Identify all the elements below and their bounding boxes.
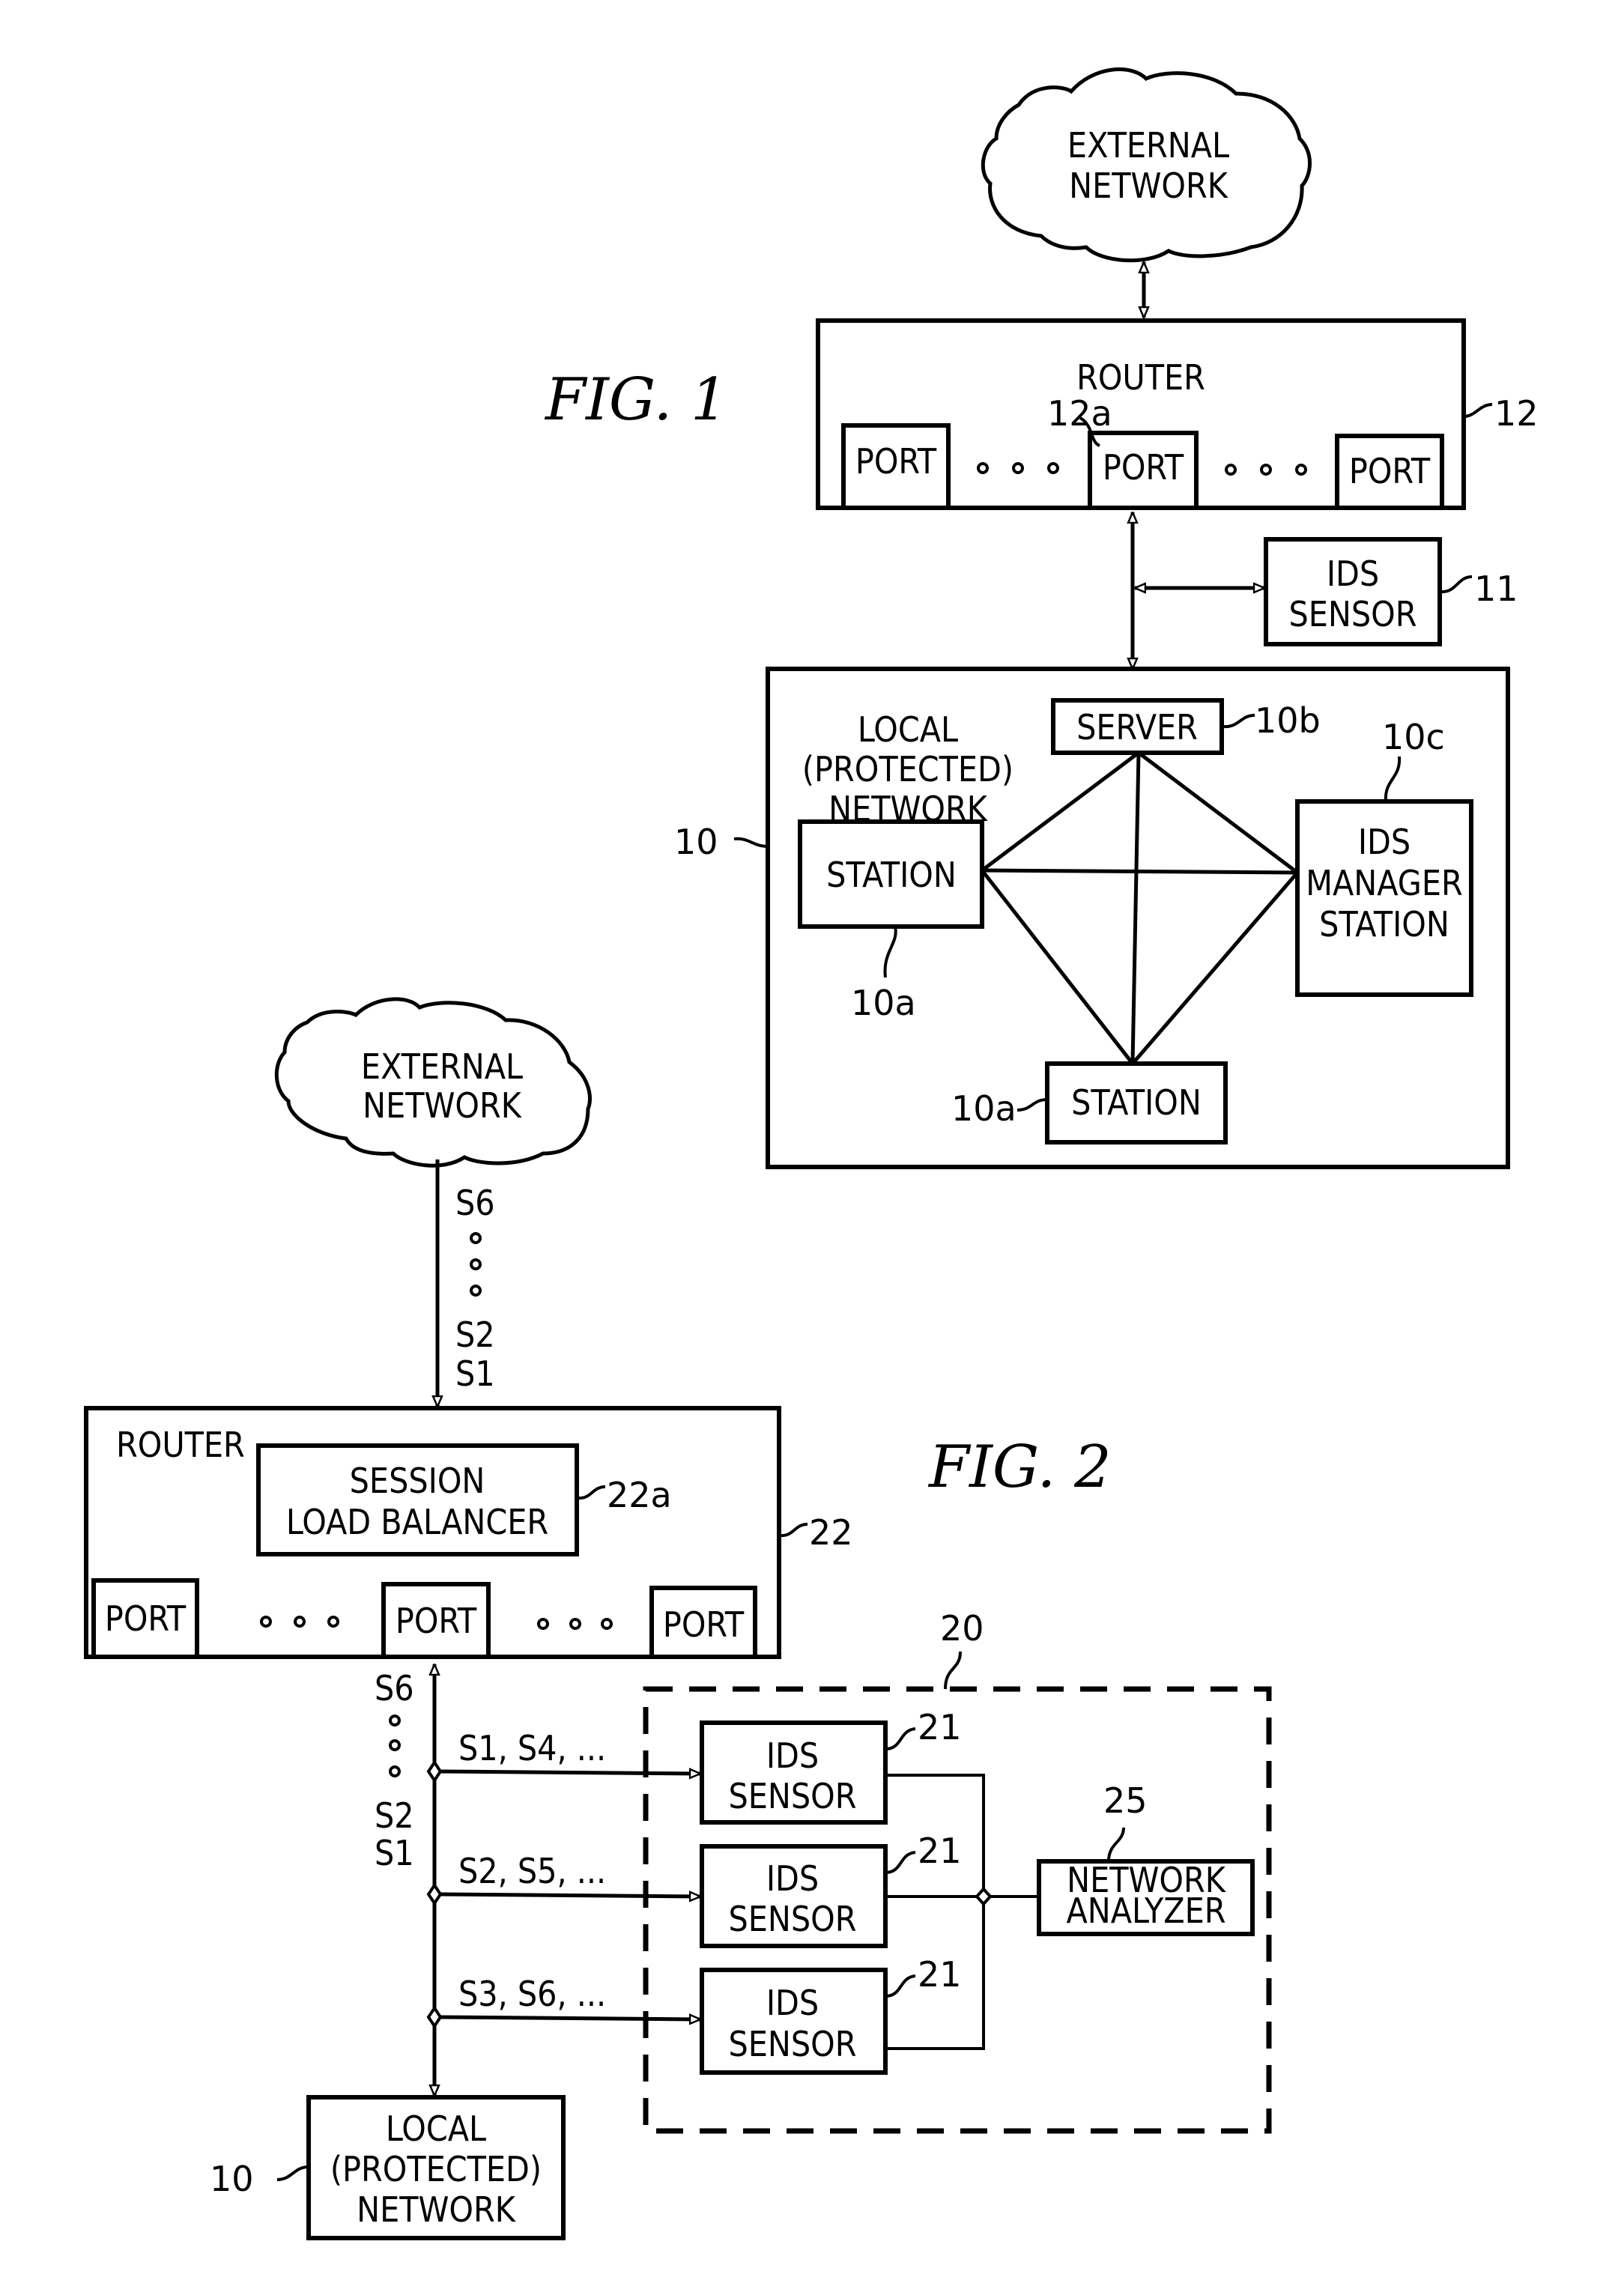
ids-sensor-ref-leader xyxy=(885,1851,916,1874)
branch-2: S2, S5, ... IDS SENSOR 21 xyxy=(426,1831,962,1948)
fig2: FIG. 2 EXTERNAL NETWORK S6 S2 S1 ROUTER … xyxy=(84,997,1272,2240)
local-network-label-line3: NETWORK xyxy=(357,2189,517,2230)
fig1-external-network-cloud: EXTERNAL NETWORK xyxy=(981,67,1312,263)
branch-link xyxy=(440,2017,700,2019)
port-ref: 12a xyxy=(1047,393,1112,434)
ids-group-ref-leader xyxy=(944,1651,962,1690)
branch-junction xyxy=(426,1759,443,1783)
local-network-label-line2: (PROTECTED) xyxy=(802,749,1014,789)
station-left-ref: 10a xyxy=(851,983,916,1023)
ids-sensor-ref: 21 xyxy=(918,1707,962,1747)
port-label-1: PORT xyxy=(105,1598,187,1639)
network-analyzer-label-line2: ANALYZER xyxy=(1067,1891,1226,1931)
router-ref-leader xyxy=(1463,403,1493,418)
local-network-label-line1: LOCAL xyxy=(858,709,958,750)
port-label-2: PORT xyxy=(396,1601,477,1641)
fig2-router: ROUTER SESSION LOAD BALANCER 22a 22 PORT… xyxy=(84,1406,853,1659)
ids-group-ref: 20 xyxy=(940,1608,984,1649)
outgoing-session-top: S6 xyxy=(375,1668,414,1709)
branch-3: S3, S6, ... IDS SENSOR 21 xyxy=(426,1954,962,2075)
branch-junction xyxy=(426,1882,443,1906)
cloud-label-line2: NETWORK xyxy=(363,1085,523,1126)
station-left-label: STATION xyxy=(826,855,957,895)
network-analyzer-ref: 25 xyxy=(1103,1780,1148,1821)
cloud-label-line2: NETWORK xyxy=(1069,166,1229,206)
fig1: FIG. 1 EXTERNAL NETWORK ROUTER PORT PORT… xyxy=(544,67,1539,1169)
branch-sessions: S2, S5, ... xyxy=(458,1851,606,1891)
ids-sensor-ref-leader xyxy=(1439,575,1473,594)
ids-sensor-label-line1: IDS xyxy=(1327,554,1379,594)
branch-link xyxy=(440,1894,700,1897)
server-ref: 10b xyxy=(1255,700,1321,741)
local-network-ref: 10 xyxy=(674,822,718,862)
branch-sessions: S1, S4, ... xyxy=(458,1728,606,1768)
local-network-label-line1: LOCAL xyxy=(386,2108,486,2149)
ids-sensor-ref: 21 xyxy=(918,1831,962,1871)
ids-manager-label-line3: STATION xyxy=(1319,904,1449,945)
router-label: ROUTER xyxy=(1076,357,1205,398)
ids-sensor-label-line1: IDS xyxy=(766,1858,819,1899)
station-bottom-ref: 10a xyxy=(951,1088,1016,1129)
ids-sensor-ref-leader xyxy=(885,1974,916,1998)
incoming-session-s1: S1 xyxy=(455,1353,495,1394)
branch-link xyxy=(440,1771,700,1774)
ids-manager-label-line2: MANAGER xyxy=(1306,863,1462,903)
ids-manager-label-line1: IDS xyxy=(1358,822,1411,862)
incoming-ellipsis-dots xyxy=(470,1232,482,1297)
ids-manager-ref: 10c xyxy=(1382,717,1445,757)
branch-junction xyxy=(426,2005,443,2029)
server-label: SERVER xyxy=(1076,707,1198,748)
incoming-session-s2: S2 xyxy=(455,1315,495,1355)
ids-sensor-label-line2: SENSOR xyxy=(729,1899,857,1939)
load-balancer-label-line2: LOAD BALANCER xyxy=(286,1502,548,1542)
local-network-label-line2: (PROTECTED) xyxy=(330,2149,542,2189)
local-network-ref-leader xyxy=(276,2165,309,2181)
station-bottom-label: STATION xyxy=(1071,1082,1202,1123)
local-network-ref: 10 xyxy=(210,2159,254,2199)
router-ref: 22 xyxy=(809,1512,853,1553)
ids-sensor-label-line2: SENSOR xyxy=(729,1776,857,1816)
outgoing-session-s2: S2 xyxy=(375,1795,414,1836)
fig2-local-network: LOCAL (PROTECTED) NETWORK 10 xyxy=(210,2095,566,2240)
sensor-collector-links xyxy=(885,1774,1039,2050)
router-ref-leader xyxy=(778,1523,808,1538)
fig2-external-network-cloud: EXTERNAL NETWORK xyxy=(274,997,592,1168)
fig1-title: FIG. 1 xyxy=(544,366,728,434)
ids-sensor-label-line2: SENSOR xyxy=(1289,594,1417,634)
port-label-1: PORT xyxy=(855,441,937,482)
outgoing-ellipsis-dots xyxy=(389,1715,401,1777)
ids-sensor-ref: 11 xyxy=(1474,569,1518,609)
local-network-ref-leader xyxy=(733,837,769,848)
port-label-2: PORT xyxy=(1103,447,1184,488)
ids-sensor-label-line2: SENSOR xyxy=(729,2024,857,2064)
branch-1: S1, S4, ... IDS SENSOR 21 xyxy=(426,1707,962,1825)
cloud-label-line1: EXTERNAL xyxy=(1067,125,1229,166)
ids-sensor-label-line1: IDS xyxy=(766,1983,819,2023)
load-balancer-ref: 22a xyxy=(607,1475,672,1515)
patent-drawing: FIG. 1 EXTERNAL NETWORK ROUTER PORT PORT… xyxy=(84,67,1539,2240)
load-balancer-label-line1: SESSION xyxy=(350,1461,485,1501)
ids-sensor-ref: 21 xyxy=(918,1954,962,1995)
port-label-3: PORT xyxy=(663,1604,745,1645)
fig1-local-network: LOCAL (PROTECTED) NETWORK 10 SERVER 10b … xyxy=(674,667,1510,1169)
branch-sessions: S3, S6, ... xyxy=(458,1974,606,2014)
outgoing-session-s1: S1 xyxy=(375,1833,414,1873)
fig1-router: ROUTER PORT PORT PORT 12a 12 xyxy=(816,318,1539,510)
router-ref: 12 xyxy=(1494,393,1539,434)
fig2-title: FIG. 2 xyxy=(927,1434,1112,1501)
ids-sensor-label-line1: IDS xyxy=(766,1735,819,1776)
port-label-3: PORT xyxy=(1349,451,1431,491)
ids-sensor-ref-leader xyxy=(885,1727,916,1750)
network-analyzer-ref-leader xyxy=(1107,1827,1125,1862)
incoming-session-top: S6 xyxy=(455,1183,495,1223)
cloud-label-line1: EXTERNAL xyxy=(361,1046,523,1087)
fig1-ids-sensor: IDS SENSOR 11 xyxy=(1264,537,1518,646)
router-label: ROUTER xyxy=(116,1425,245,1465)
network-analyzer: NETWORK ANALYZER 25 xyxy=(1037,1780,1255,1936)
